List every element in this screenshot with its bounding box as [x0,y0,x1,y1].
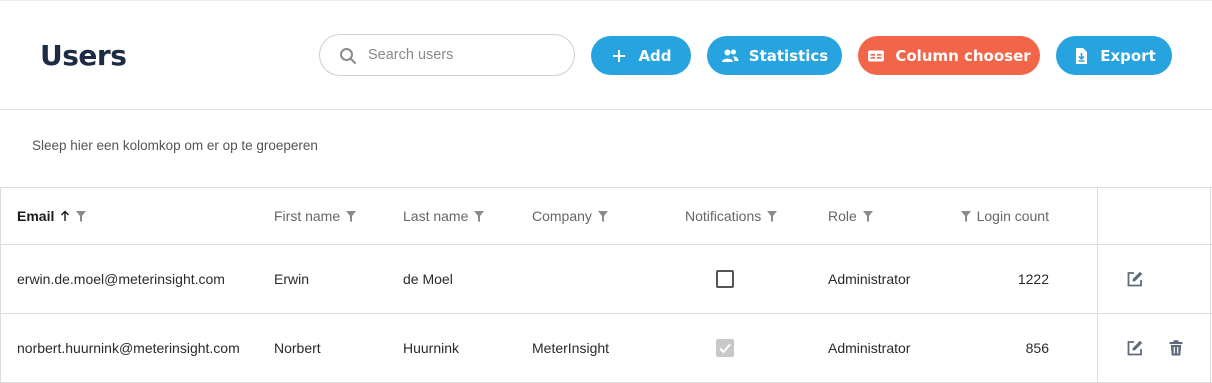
filter-icon[interactable] [474,210,485,222]
group-panel[interactable]: Sleep hier een kolomkop om er op te groe… [32,138,318,153]
column-header-label: Notifications [685,208,762,224]
cell-email: norbert.huurnink@meterinsight.com [17,340,240,356]
export-button[interactable]: Export [1056,36,1172,75]
column-header-role[interactable]: Role [828,188,873,244]
statistics-button[interactable]: Statistics [707,36,842,75]
column-chooser-button-label: Column chooser [895,46,1031,65]
column-header-label: Company [532,208,592,224]
cell-last-name: de Moel [403,271,453,287]
edit-icon[interactable] [1126,339,1144,357]
cell-notifications [716,245,734,313]
table-row[interactable]: norbert.huurnink@meterinsight.com Norber… [0,314,1212,383]
cell-notifications [716,314,734,382]
row-actions [1167,314,1185,382]
search-icon [340,48,356,64]
sort-ascending-icon [61,210,70,221]
users-page: Users Add Statistics [0,0,1212,383]
cell-first-name: Norbert [274,340,321,356]
column-header-label: Login count [976,208,1049,224]
filter-icon[interactable] [346,210,357,222]
column-header-email[interactable]: Email [17,188,87,244]
cell-role: Administrator [828,271,911,287]
filter-icon[interactable] [960,210,971,222]
column-header-last-name[interactable]: Last name [403,188,485,244]
cell-role: Administrator [828,340,911,356]
users-grid: Email First name Last name Company Notif… [0,187,1212,383]
column-header-label: First name [274,208,341,224]
statistics-button-label: Statistics [748,46,829,65]
filter-icon[interactable] [767,210,778,222]
grid-header-row: Email First name Last name Company Notif… [0,188,1212,245]
table-row[interactable]: erwin.de.moel@meterinsight.com Erwin de … [0,245,1212,314]
export-button-label: Export [1100,46,1156,65]
file-download-icon [1076,47,1088,64]
notifications-checkbox[interactable] [716,270,734,288]
column-header-label: Role [828,208,857,224]
cell-login-count: 856 [1025,340,1049,356]
columns-icon [868,50,885,61]
cell-login-count: 1222 [1017,271,1049,287]
column-header-label: Last name [403,208,469,224]
column-chooser-button[interactable]: Column chooser [858,36,1040,75]
add-button[interactable]: Add [591,36,691,75]
row-actions [1126,314,1144,382]
column-header-first-name[interactable]: First name [274,188,357,244]
checkmark-icon [719,343,731,354]
cell-last-name: Huurnink [403,340,460,356]
page-header: Users Add Statistics [0,0,1212,110]
users-icon [721,49,739,62]
add-button-label: Add [638,46,672,65]
notifications-checkbox[interactable] [716,339,734,357]
column-header-notifications[interactable]: Notifications [685,188,778,244]
trash-icon[interactable] [1167,339,1185,357]
column-header-company[interactable]: Company [532,188,608,244]
page-title: Users [40,39,127,72]
cell-company: MeterInsight [532,340,610,356]
edit-icon[interactable] [1126,270,1144,288]
plus-icon [613,49,626,62]
row-actions [1126,245,1144,313]
column-header-label: Email [17,208,55,224]
filter-icon[interactable] [862,210,873,222]
column-header-login-count[interactable]: Login count [900,188,1049,244]
filter-icon[interactable] [76,210,87,222]
search-box[interactable] [319,34,575,76]
cell-first-name: Erwin [274,271,310,287]
cell-email: erwin.de.moel@meterinsight.com [17,271,225,287]
search-input[interactable] [368,45,564,65]
filter-icon[interactable] [597,210,608,222]
